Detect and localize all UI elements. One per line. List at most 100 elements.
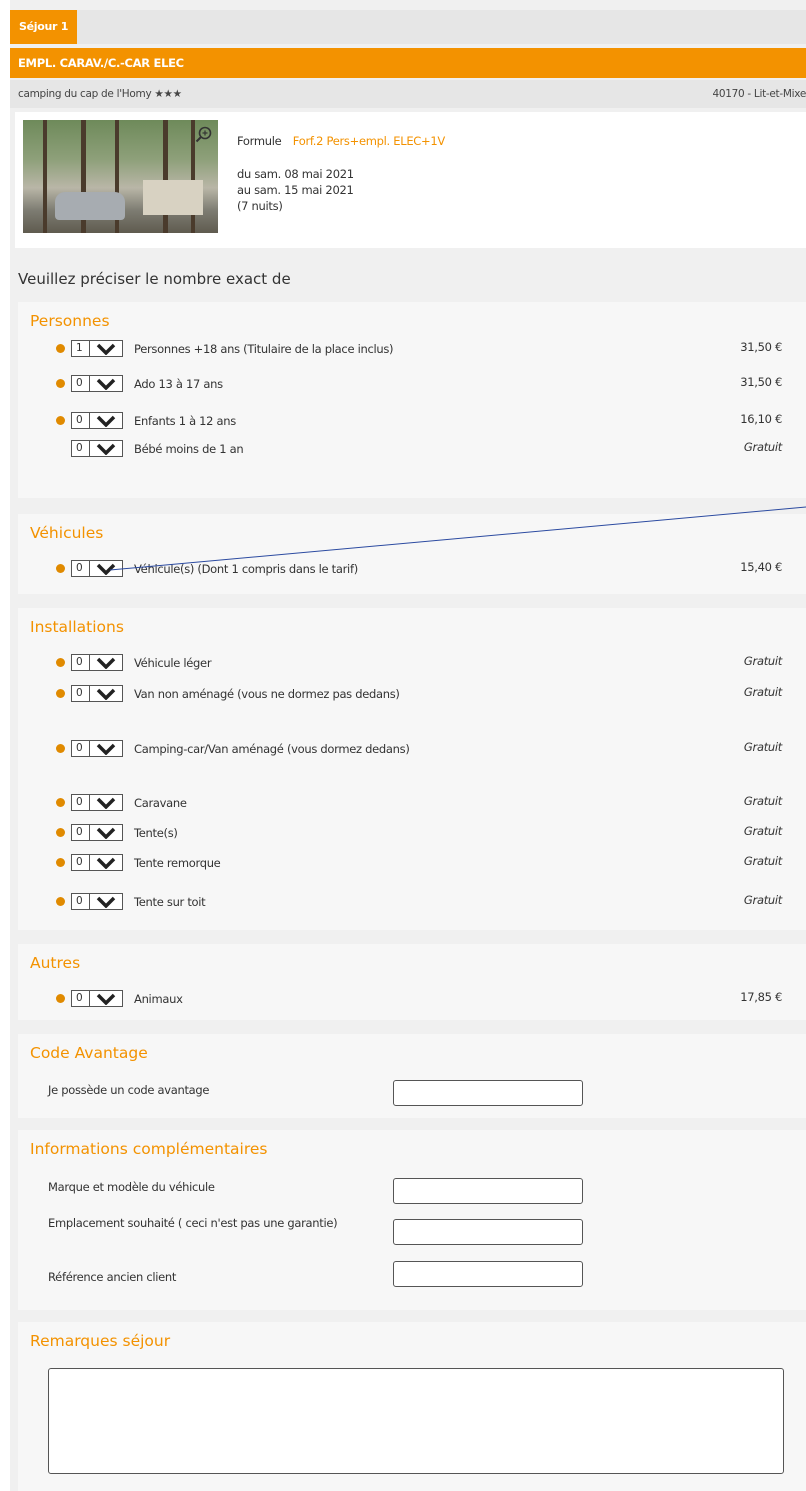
tab-sejour-1[interactable]: Séjour 1 <box>10 10 78 44</box>
chevron-down-icon <box>96 797 116 809</box>
quantity-label: Animaux <box>134 992 183 1006</box>
quantity-select[interactable]: 0 <box>71 740 123 757</box>
section-infos-complementaires: Informations complémentaires Marque et m… <box>18 1130 806 1310</box>
date-to: au sam. 15 mai 2021 <box>237 183 354 197</box>
quantity-price: 31,50 € <box>740 340 782 354</box>
section-vehicules: Véhicules 0 Véhicule(s) (Dont 1 compris d… <box>18 514 806 594</box>
formula-value: Forf.2 Pers+empl. ELEC+1V <box>292 134 445 148</box>
quantity-label: Bébé moins de 1 an <box>134 442 244 456</box>
quantity-price: 31,50 € <box>740 375 782 389</box>
info-icon[interactable] <box>56 798 65 807</box>
info-icon[interactable] <box>56 828 65 837</box>
chevron-down-icon <box>96 896 116 908</box>
chevron-down-icon <box>96 415 116 427</box>
quantity-label: Caravane <box>134 796 187 810</box>
quantity-select[interactable]: 0 <box>71 685 123 702</box>
info-icon[interactable] <box>56 994 65 1003</box>
quantity-price: Gratuit <box>743 685 782 699</box>
quantity-price: Gratuit <box>743 854 782 868</box>
booking-panel: Séjour 1 EMPL. CARAV./C.-CAR ELEC campin… <box>10 0 806 1491</box>
quantity-price: Gratuit <box>743 740 782 754</box>
quantity-label: Tente remorque <box>134 856 221 870</box>
quantity-price: Gratuit <box>743 654 782 668</box>
quantity-value: 0 <box>76 992 83 1004</box>
campsite-row: camping du cap de l'Homy ★★★ 40170 - Lit… <box>10 80 806 108</box>
quantity-price: Gratuit <box>743 893 782 907</box>
info-icon[interactable] <box>56 658 65 667</box>
quantity-select[interactable]: 0 <box>71 794 123 811</box>
formula: Formule Forf.2 Pers+empl. ELEC+1V <box>237 134 445 148</box>
quantity-value: 0 <box>76 562 83 574</box>
quantity-label: Tente(s) <box>134 826 178 840</box>
quantity-price: Gratuit <box>743 440 782 454</box>
quantity-select[interactable]: 0 <box>71 412 123 429</box>
former-client-input[interactable] <box>393 1261 583 1287</box>
preferred-spot-input[interactable] <box>393 1219 583 1245</box>
quantity-select[interactable]: 0 <box>71 440 123 457</box>
quantity-price: Gratuit <box>743 824 782 838</box>
info-icon[interactable] <box>56 689 65 698</box>
section-title: Installations <box>30 618 124 636</box>
info-icon[interactable] <box>56 344 65 353</box>
quantity-price: 16,10 € <box>740 412 782 426</box>
nights-count: (7 nuits) <box>237 199 283 213</box>
chevron-down-icon <box>96 378 116 390</box>
vehicle-model-input[interactable] <box>393 1178 583 1204</box>
chevron-down-icon <box>96 993 116 1005</box>
quantity-value: 1 <box>76 342 83 354</box>
section-title: Personnes <box>30 312 110 330</box>
chevron-down-icon <box>96 743 116 755</box>
tab-bar: Séjour 1 <box>10 10 806 44</box>
quantity-select[interactable]: 0 <box>71 824 123 841</box>
quantity-select[interactable]: 0 <box>71 560 123 577</box>
quantity-price: Gratuit <box>743 794 782 808</box>
quantity-select[interactable]: 0 <box>71 654 123 671</box>
quantity-value: 0 <box>76 796 83 808</box>
campsite-name: camping du cap de l'Homy ★★★ <box>18 88 182 100</box>
stay-dates: du sam. 08 mai 2021 au sam. 15 mai 2021 … <box>237 166 354 214</box>
info-icon[interactable] <box>56 858 65 867</box>
quantity-select[interactable]: 0 <box>71 893 123 910</box>
section-autres: Autres 0 Animaux 17,85 € <box>18 944 806 1020</box>
chevron-down-icon <box>96 827 116 839</box>
quantity-label: Tente sur toit <box>134 895 206 909</box>
campsite-photo[interactable] <box>23 120 218 233</box>
remarks-textarea[interactable] <box>48 1368 784 1474</box>
info-icon[interactable] <box>56 379 65 388</box>
accommodation-title: EMPL. CARAV./C.-CAR ELEC <box>10 48 806 78</box>
chevron-down-icon <box>96 688 116 700</box>
code-avantage-input[interactable] <box>393 1080 583 1106</box>
section-personnes: Personnes 1 Personnes +18 ans (Titulaire … <box>18 302 806 498</box>
zoom-icon[interactable] <box>195 126 213 144</box>
quantity-select[interactable]: 0 <box>71 375 123 392</box>
quantity-label: Enfants 1 à 12 ans <box>134 414 236 428</box>
quantity-select[interactable]: 0 <box>71 854 123 871</box>
quantity-value: 0 <box>76 742 83 754</box>
info-icon[interactable] <box>56 564 65 573</box>
section-remarques: Remarques séjour <box>18 1322 806 1491</box>
quantity-label: Van non aménagé (vous ne dormez pas deda… <box>134 687 400 701</box>
quantity-price: 15,40 € <box>740 560 782 574</box>
quantity-label: Personnes +18 ans (Titulaire de la place… <box>134 342 394 356</box>
quantity-select[interactable]: 1 <box>71 340 123 357</box>
formula-label: Formule <box>237 134 282 148</box>
quantity-select[interactable]: 0 <box>71 990 123 1007</box>
quantity-value: 0 <box>76 687 83 699</box>
section-title: Code Avantage <box>30 1044 148 1062</box>
former-client-label: Référence ancien client <box>48 1270 177 1284</box>
chevron-down-icon <box>96 443 116 455</box>
code-avantage-label: Je possède un code avantage <box>48 1083 210 1097</box>
quantity-label: Ado 13 à 17 ans <box>134 377 223 391</box>
info-icon[interactable] <box>56 744 65 753</box>
quantity-value: 0 <box>76 826 83 838</box>
quantity-value: 0 <box>76 856 83 868</box>
chevron-down-icon <box>96 857 116 869</box>
quantity-value: 0 <box>76 442 83 454</box>
quantity-value: 0 <box>76 895 83 907</box>
chevron-down-icon <box>96 657 116 669</box>
stay-summary-card: Formule Forf.2 Pers+empl. ELEC+1V du sam… <box>15 112 806 248</box>
quantity-value: 0 <box>76 414 83 426</box>
info-icon[interactable] <box>56 897 65 906</box>
section-title: Autres <box>30 954 81 972</box>
info-icon[interactable] <box>56 416 65 425</box>
